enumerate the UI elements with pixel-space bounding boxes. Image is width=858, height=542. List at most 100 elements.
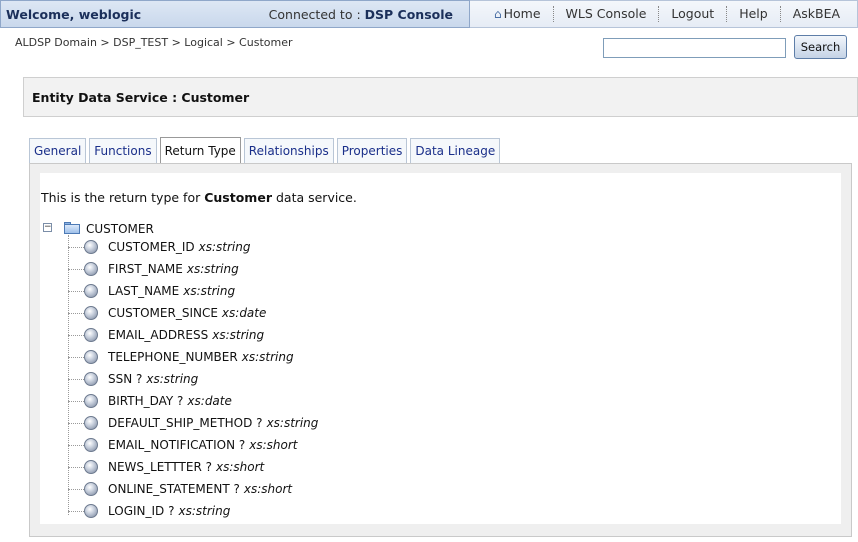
tree-branch-line [68, 246, 84, 248]
element-node-icon [84, 284, 98, 298]
tree-field-row[interactable]: EMAIL_NOTIFICATION ? xs:short [68, 436, 297, 454]
field-name: EMAIL_ADDRESS [108, 328, 209, 342]
field-type: xs:short [215, 460, 265, 474]
element-node-icon [84, 240, 98, 254]
tree-branch-line [68, 378, 84, 380]
return-type-panel: This is the return type for Customer dat… [40, 173, 841, 524]
field-name: TELEPHONE_NUMBER [108, 350, 238, 364]
tree-branch-line [68, 312, 84, 314]
search-button[interactable]: Search [794, 35, 847, 59]
element-node-icon [84, 394, 98, 408]
tree-field-row[interactable]: TELEPHONE_NUMBER xs:string [68, 348, 294, 366]
home-link[interactable]: ⌂ Home [482, 6, 554, 22]
tree-field-row[interactable]: SSN ? xs:string [68, 370, 198, 388]
tree-field-row[interactable]: CUSTOMER_ID xs:string [68, 238, 250, 256]
field-type: xs:string [241, 350, 294, 364]
tree-branch-line [68, 466, 84, 468]
element-node-icon [84, 262, 98, 276]
connection-status: Connected to : DSP Console [269, 7, 453, 22]
tree-field-row[interactable]: BIRTH_DAY ? xs:date [68, 392, 232, 410]
tree-field-row[interactable]: LOGIN_ID ? xs:string [68, 502, 230, 520]
element-node-icon [84, 504, 98, 518]
tab-bar: General Functions Return Type Relationsh… [29, 137, 503, 164]
help-link[interactable]: Help [727, 6, 781, 22]
field-name: DEFAULT_SHIP_METHOD ? [108, 416, 263, 430]
welcome-bar: Welcome, weblogic Connected to : DSP Con… [0, 0, 470, 28]
connected-target: DSP Console [364, 6, 453, 22]
wls-console-link[interactable]: WLS Console [554, 6, 660, 22]
field-type: xs:string [183, 284, 236, 298]
page-title-panel: Entity Data Service : Customer [23, 77, 858, 117]
element-node-icon [84, 482, 98, 496]
tree-branch-line [68, 356, 84, 358]
field-name: LOGIN_ID ? [108, 504, 175, 518]
collapse-toggle-icon[interactable]: − [43, 223, 52, 232]
field-type: xs:short [243, 482, 293, 496]
field-name: CUSTOMER_SINCE [108, 306, 218, 320]
home-link-label: Home [503, 6, 541, 21]
tree-branch-line [68, 268, 84, 270]
field-type: xs:string [146, 372, 199, 386]
tab-return-type[interactable]: Return Type [159, 137, 241, 164]
search-input[interactable] [603, 38, 786, 58]
element-node-icon [84, 416, 98, 430]
top-nav: ⌂ Home WLS Console Logout Help AskBEA [470, 0, 858, 28]
home-icon: ⌂ [494, 7, 502, 21]
element-node-icon [84, 350, 98, 364]
tree-branch-line [68, 444, 84, 446]
tab-general[interactable]: General [29, 138, 87, 163]
field-type: xs:string [178, 504, 231, 518]
field-type: xs:string [198, 240, 251, 254]
folder-icon [64, 222, 80, 234]
page-title: Entity Data Service : Customer [32, 89, 250, 105]
field-type: xs:date [221, 306, 267, 320]
field-name: FIRST_NAME [108, 262, 183, 276]
tree-field-row[interactable]: EMAIL_ADDRESS xs:string [68, 326, 264, 344]
tab-functions[interactable]: Functions [89, 138, 157, 163]
element-node-icon [84, 306, 98, 320]
tab-content-panel: This is the return type for Customer dat… [29, 163, 852, 537]
intro-prefix: This is the return type for [41, 190, 201, 205]
tree-root-label[interactable]: CUSTOMER [86, 222, 154, 236]
field-name: CUSTOMER_ID [108, 240, 195, 254]
element-node-icon [84, 460, 98, 474]
field-type: xs:string [212, 328, 265, 342]
askbea-link[interactable]: AskBEA [781, 6, 852, 22]
field-name: LAST_NAME [108, 284, 180, 298]
tree-branch-line [68, 422, 84, 424]
tree-field-row[interactable]: FIRST_NAME xs:string [68, 260, 239, 278]
top-header: Welcome, weblogic Connected to : DSP Con… [0, 0, 858, 28]
intro-suffix: data service. [275, 190, 357, 205]
tree-branch-line [68, 334, 84, 336]
welcome-text: Welcome, weblogic [6, 6, 142, 22]
tab-data-lineage[interactable]: Data Lineage [410, 138, 501, 163]
field-name: SSN ? [108, 372, 143, 386]
tree-branch-line [68, 488, 84, 490]
field-type: xs:string [266, 416, 319, 430]
field-type: xs:short [249, 438, 298, 452]
field-type: xs:string [186, 262, 239, 276]
element-node-icon [84, 438, 98, 452]
tree-field-row[interactable]: NEWS_LETTTER ? xs:short [68, 458, 264, 476]
intro-entity: Customer [204, 190, 272, 205]
field-name: NEWS_LETTTER ? [108, 460, 212, 474]
tree-branch-line [68, 510, 84, 512]
field-name: BIRTH_DAY ? [108, 394, 184, 408]
tab-relationships[interactable]: Relationships [243, 138, 334, 163]
element-node-icon [84, 328, 98, 342]
breadcrumb: ALDSP Domain > DSP_TEST > Logical > Cust… [15, 36, 293, 49]
tree-field-row[interactable]: DEFAULT_SHIP_METHOD ? xs:string [68, 414, 318, 432]
tree-field-row[interactable]: ONLINE_STATEMENT ? xs:short [68, 480, 292, 498]
field-type: xs:date [187, 394, 232, 408]
tree-field-row[interactable]: CUSTOMER_SINCE xs:date [68, 304, 266, 322]
tree-branch-line [68, 400, 84, 402]
tab-properties[interactable]: Properties [336, 138, 408, 163]
connected-prefix: Connected to : [268, 6, 361, 22]
field-name: EMAIL_NOTIFICATION ? [108, 438, 246, 452]
intro-text: This is the return type for Customer dat… [41, 190, 357, 205]
logout-link[interactable]: Logout [659, 6, 728, 22]
field-name: ONLINE_STATEMENT ? [108, 482, 240, 496]
element-node-icon [84, 372, 98, 386]
tree-branch-line [68, 290, 84, 292]
tree-field-row[interactable]: LAST_NAME xs:string [68, 282, 235, 300]
